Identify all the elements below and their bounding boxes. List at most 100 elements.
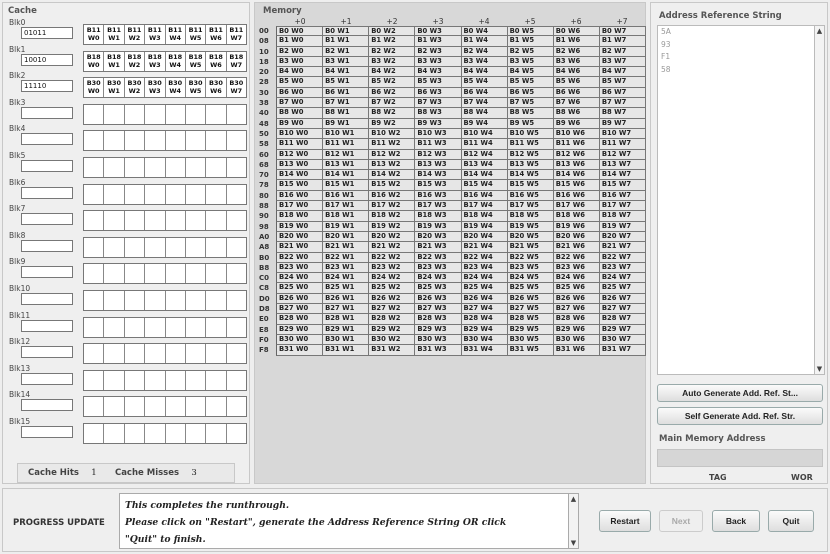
cache-word-cell (84, 184, 105, 204)
cache-word-cell (104, 184, 125, 204)
cache-word-cell (165, 424, 186, 443)
cache-word-cell (124, 104, 146, 124)
memory-address-label: 20 (259, 68, 269, 77)
memory-cell: B29 W4 (461, 324, 508, 334)
cache-word-cell (226, 291, 246, 310)
cache-word-cell (84, 158, 105, 177)
memory-cell: B31 W6 (553, 345, 600, 355)
memory-cell: B28 W6 (553, 314, 600, 324)
address-reference-item[interactable]: 58 (658, 64, 814, 77)
memory-row: 28 B5 W0 B5 W1 B5 W2 B5 W3 B5 W4 B5 W5 B5 W6 B5 … (258, 77, 646, 88)
cache-word-cell (84, 131, 105, 151)
cache-word-cell (185, 317, 207, 337)
scroll-down-icon[interactable]: ▼ (815, 365, 824, 373)
memory-cell: B8 W5 (507, 108, 554, 118)
memory-cell: B3 W6 (553, 56, 600, 67)
cache-word-cell (185, 264, 207, 284)
memory-row: 78 B15 W0 B15 W1 B15 W2 B15 W3 B15 W4 B15 W5 B1… (258, 180, 646, 191)
cache-stats: Cache Hits 1 Cache Misses 3 (17, 463, 235, 483)
cache-block-tag (21, 319, 73, 332)
memory-cell: B10 W6 (553, 128, 600, 139)
cache-word-cell: B18 W5 (186, 51, 207, 71)
cache-word-cell: B18 W1 (104, 51, 125, 71)
cache-block-tag (21, 426, 73, 438)
cache-block-tag: 01011 (21, 27, 73, 39)
memory-address-label: 88 (259, 202, 269, 211)
cache-word-cell: B18 W6 (206, 51, 227, 71)
cache-word-cell: B30 W6 (206, 78, 227, 98)
cache-block-words (83, 103, 247, 125)
memory-cell: B14 W7 (599, 170, 646, 180)
memory-cell: B12 W7 (599, 149, 646, 159)
memory-cell: B1 W7 (599, 36, 646, 46)
progress-update-label: PROGRESS UPDATE (13, 518, 105, 528)
memory-cell: B10 W4 (461, 128, 508, 139)
memory-cell: B31 W7 (599, 345, 646, 355)
memory-cell: B31 W0 (277, 345, 324, 355)
cache-block-words (83, 157, 247, 178)
scroll-down-icon[interactable]: ▼ (569, 539, 578, 547)
memory-cell: B13 W5 (507, 159, 554, 170)
cache-word-cell (145, 104, 166, 124)
address-reference-item[interactable]: 5A (658, 26, 814, 39)
next-button[interactable]: Next (659, 510, 703, 532)
memory-cell: B28 W2 (369, 314, 416, 324)
cache-word-cell (206, 237, 227, 257)
memory-cell: B11 W7 (599, 139, 646, 149)
self-generate-button[interactable]: Self Generate Add. Ref. Str. (657, 407, 823, 425)
memory-cell: B24 W6 (553, 273, 600, 283)
cache-word-cell (124, 291, 146, 310)
cache-word-cell (206, 264, 227, 284)
memory-row: 90 B18 W0 B18 W1 B18 W2 B18 W3 B18 W4 B18 W5 B1… (258, 211, 646, 222)
cache-block-tag (21, 239, 73, 252)
scroll-up-icon[interactable]: ▲ (815, 27, 824, 35)
memory-cell: B1 W1 (323, 36, 370, 46)
memory-cell: B12 W0 (277, 149, 324, 159)
memory-cell: B1 W2 (369, 36, 416, 46)
cache-word-cell (165, 370, 186, 390)
memory-cell: B28 W5 (507, 314, 554, 324)
address-reference-item[interactable]: F1 (658, 51, 814, 64)
memory-row: 30 B6 W0 B6 W1 B6 W2 B6 W3 B6 W4 B6 W5 B6 W6 B6 … (258, 87, 646, 99)
memory-address-label: E8 (259, 325, 269, 334)
memory-cell: B23 W3 (415, 262, 462, 273)
address-reference-list[interactable]: 5A 93 F1 58 (657, 25, 815, 375)
cache-block-tag (21, 399, 73, 412)
memory-address-label: 48 (259, 119, 269, 128)
memory-address-label: 30 (259, 88, 269, 97)
cache-word-cell (226, 184, 246, 204)
cache-word-cell (124, 131, 146, 151)
restart-button[interactable]: Restart (599, 510, 651, 532)
scroll-up-icon[interactable]: ▲ (569, 495, 578, 503)
cache-word-cell: B11 W0 (84, 25, 105, 44)
progress-scrollbar[interactable]: ▲ ▼ (569, 493, 579, 549)
cache-block-words: B30 W0 B30 W1 B30 W2 B30 W3 B30 W4 B30 W5 B30 … (83, 77, 247, 99)
memory-cell: B27 W0 (277, 304, 324, 314)
cache-block-label: Blk15 (9, 417, 31, 426)
auto-generate-button[interactable]: Auto Generate Add. Ref. St... (657, 384, 823, 402)
cache-block-words: B11 W0 B11 W1 B11 W2 B11 W3 B11 W4 B11 W5 B11 … (83, 24, 247, 45)
memory-address-label: 80 (259, 191, 269, 200)
cache-word-cell (104, 211, 125, 231)
memory-cell: B23 W0 (277, 262, 324, 273)
cache-block-label: Blk7 (9, 204, 26, 214)
address-reference-item[interactable]: 93 (658, 39, 814, 52)
back-button[interactable]: Back (712, 510, 760, 532)
memory-cell: B7 W5 (507, 98, 554, 108)
cache-word-cell: B11 W7 (229, 26, 244, 42)
cache-word-cell (226, 158, 246, 177)
memory-row: E0 B28 W0 B28 W1 B28 W2 B28 W3 B28 W4 B28 W5 B2… (258, 314, 646, 325)
cache-word-cell (104, 397, 125, 417)
memory-cell: B24 W2 (369, 273, 416, 283)
cache-word-cell (165, 344, 186, 364)
memory-cell: B19 W4 (461, 221, 508, 231)
cache-word-cell (165, 158, 186, 177)
address-reference-title: Address Reference String (659, 11, 782, 21)
address-reference-scrollbar[interactable]: ▲ ▼ (815, 25, 825, 375)
memory-cell: B6 W1 (323, 87, 370, 98)
quit-button[interactable]: Quit (768, 510, 814, 532)
memory-row: F8 B31 W0 B31 W1 B31 W2 B31 W3 B31 W4 B31 W5 B3… (258, 345, 646, 356)
memory-cell: B20 W6 (553, 231, 600, 242)
memory-cell: B15 W1 (323, 180, 370, 190)
memory-address-label: B8 (259, 263, 270, 272)
